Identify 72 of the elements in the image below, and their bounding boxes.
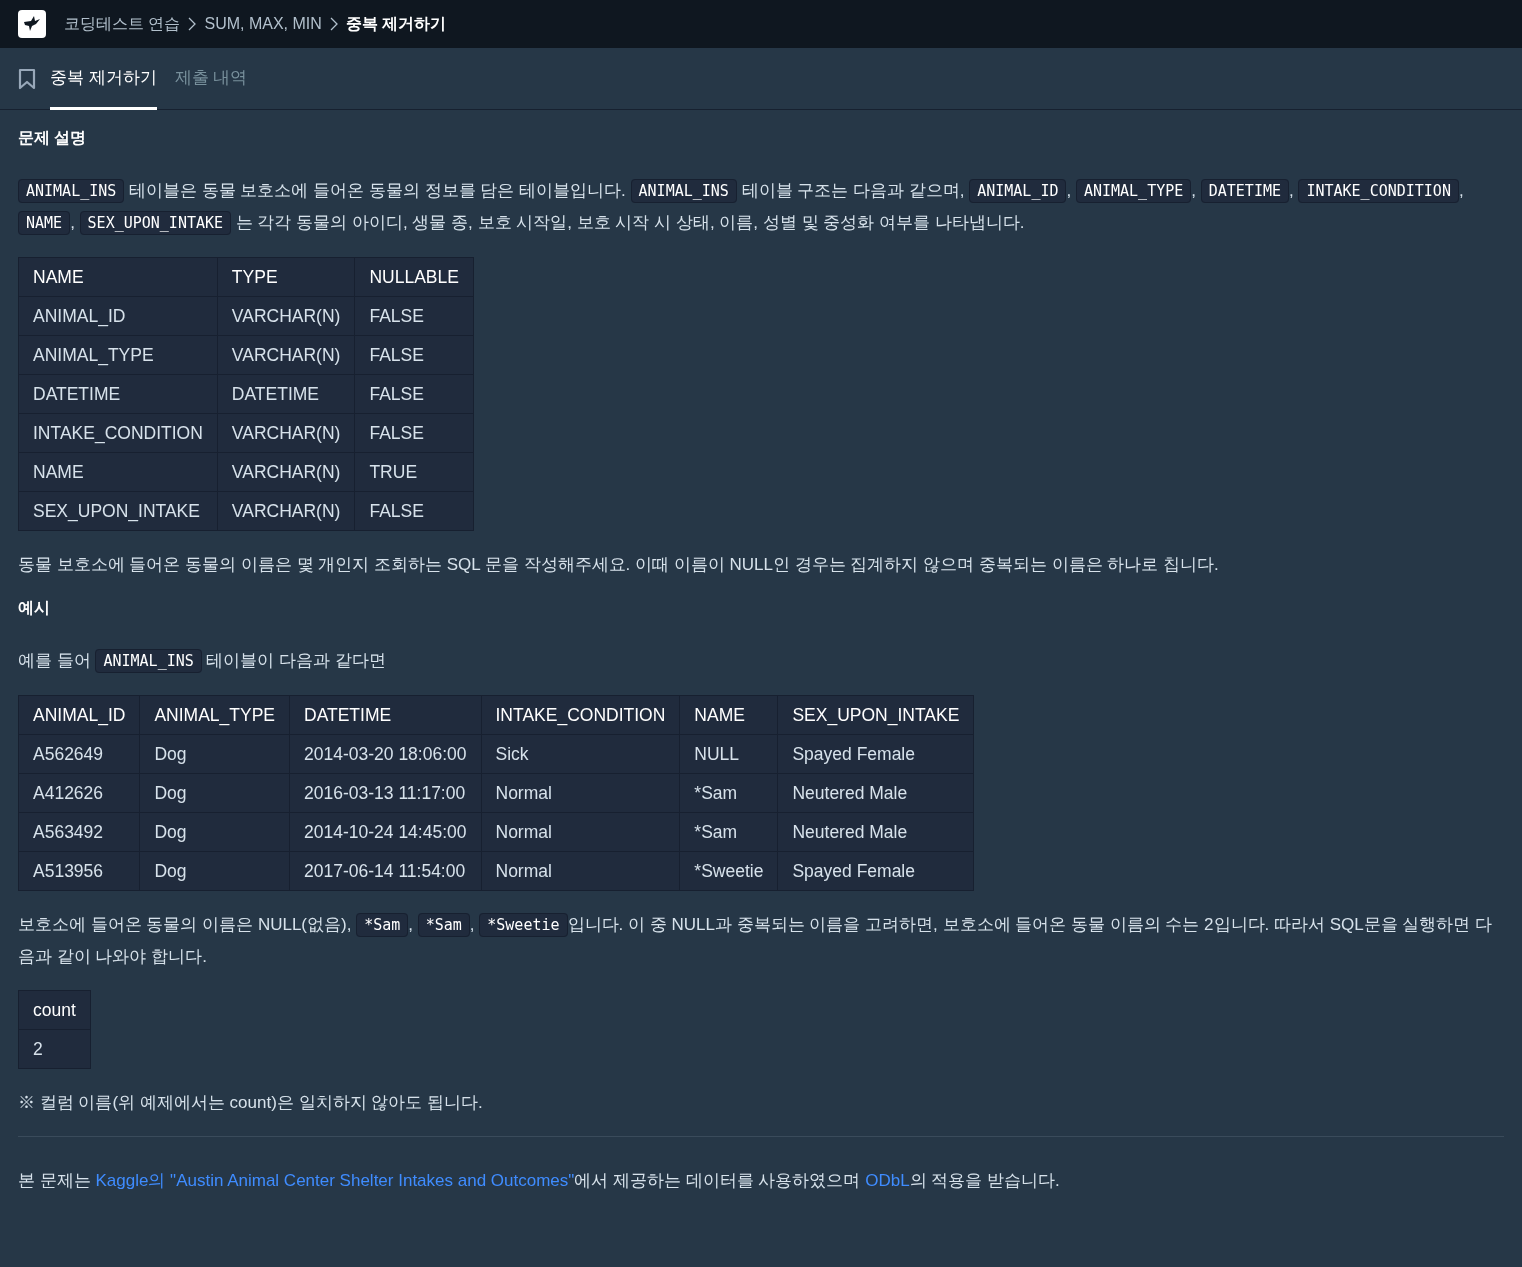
table-cell: Neutered Male bbox=[777, 773, 974, 813]
column-header: INTAKE_CONDITION bbox=[481, 695, 680, 735]
description-text: 동물 보호소에 들어온 동물의 이름은 몇 개인지 조회하는 SQL 문을 작성해주세요. 이때 이름이 NULL인 경우는 집계하지 않으며 중복되는 이름은 하나로 칩니다. bbox=[18, 554, 1220, 576]
section-heading: 예시 bbox=[18, 598, 51, 618]
current-page-title: 중복 제거하기 bbox=[345, 13, 447, 34]
chevron-right-icon bbox=[329, 17, 338, 31]
description-text: 보호소에 들어온 동물의 이름은 NULL(없음), *Sam , *Sam , *Sweetie 입니다. 이 중 NULL과 중복되는 이름을 고려하면, 보호소에 들어온 동물 이름의 수는 2입니다. 따라서 SQL문을 실행하면 다음과 같이 나와야 합니다. bbox=[18, 912, 1494, 968]
table-cell: DATETIME bbox=[217, 374, 355, 414]
table-cell: Dog bbox=[139, 734, 290, 774]
column-header: NAME bbox=[679, 695, 778, 735]
table-cell: Normal bbox=[481, 851, 680, 891]
column-header: SEX_UPON_INTAKE bbox=[777, 695, 974, 735]
table-cell: Dog bbox=[139, 851, 290, 891]
table-cell: VARCHAR(N) bbox=[217, 413, 355, 453]
table-cell: FALSE bbox=[354, 491, 474, 531]
column-header: DATETIME bbox=[289, 695, 481, 735]
table-cell: A513956 bbox=[18, 851, 140, 891]
table-cell: Spayed Female bbox=[777, 734, 974, 774]
table-cell: INTAKE_CONDITION bbox=[18, 413, 218, 453]
column-header: ANIMAL_ID bbox=[18, 695, 140, 735]
table-cell: Dog bbox=[139, 773, 290, 813]
column-header: ANIMAL_TYPE bbox=[139, 695, 290, 735]
table-cell: ANIMAL_TYPE bbox=[18, 335, 218, 375]
table-cell: FALSE bbox=[354, 335, 474, 375]
table-cell: VARCHAR(N) bbox=[217, 452, 355, 492]
link[interactable]: ODbL bbox=[865, 1171, 910, 1190]
description-text: 본 문제는 Kaggle의 "Austin Animal Center Shelter Intakes and Outcomes"에서 제공하는 데이터를 사용하였으며 ODbL의 적용을 받습니다. bbox=[18, 1170, 1061, 1192]
table-cell: Normal bbox=[481, 773, 680, 813]
column-header: NAME bbox=[18, 257, 218, 297]
table-cell: VARCHAR(N) bbox=[217, 296, 355, 336]
table-cell: *Sam bbox=[679, 773, 778, 813]
table-cell: 2017-06-14 11:54:00 bbox=[289, 851, 481, 891]
table-cell: FALSE bbox=[354, 413, 474, 453]
table-cell: Dog bbox=[139, 812, 290, 852]
table-cell: 2016-03-13 11:17:00 bbox=[289, 773, 481, 813]
table-cell: 2014-03-20 18:06:00 bbox=[289, 734, 481, 774]
section-heading: 문제 설명 bbox=[18, 128, 88, 148]
table-cell: Spayed Female bbox=[777, 851, 974, 891]
breadcrumb-link[interactable]: SUM, MAX, MIN bbox=[204, 15, 322, 33]
table-cell: *Sam bbox=[679, 812, 778, 852]
bird-logo-icon[interactable] bbox=[18, 10, 46, 38]
table-cell: SEX_UPON_INTAKE bbox=[18, 491, 218, 531]
table-cell: Neutered Male bbox=[777, 812, 974, 852]
table-cell: A562649 bbox=[18, 734, 140, 774]
column-header: NULLABLE bbox=[354, 257, 474, 297]
link[interactable]: Kaggle의 "Austin Animal Center Shelter Intakes and Outcomes" bbox=[95, 1171, 575, 1190]
tab[interactable]: 중복 제거하기 bbox=[50, 48, 157, 110]
column-header: TYPE bbox=[217, 257, 355, 297]
chevron-right-icon bbox=[188, 17, 197, 31]
table-cell: *Sweetie bbox=[679, 851, 778, 891]
breadcrumb-link[interactable]: 코딩테스트 연습 bbox=[64, 13, 181, 35]
table-cell: VARCHAR(N) bbox=[217, 491, 355, 531]
tab[interactable]: 제출 내역 bbox=[174, 48, 248, 110]
description-text: ※ 컬럼 이름(위 예제에서는 count)은 일치하지 않아도 됩니다. bbox=[18, 1092, 484, 1114]
bookmark-icon[interactable] bbox=[18, 67, 36, 90]
table-cell: FALSE bbox=[354, 296, 474, 336]
table-cell: Normal bbox=[481, 812, 680, 852]
table-cell: 2014-10-24 14:45:00 bbox=[289, 812, 481, 852]
table-cell: NULL bbox=[679, 734, 778, 774]
table-cell: NAME bbox=[18, 452, 218, 492]
column-header: count bbox=[18, 990, 91, 1030]
table-cell: DATETIME bbox=[18, 374, 218, 414]
description-text: 예를 들어 ANIMAL_INS 테이블이 다음과 같다면 bbox=[18, 645, 1504, 677]
table-cell: A563492 bbox=[18, 812, 140, 852]
table-cell: VARCHAR(N) bbox=[217, 335, 355, 375]
table-cell: TRUE bbox=[354, 452, 474, 492]
table-cell: A412626 bbox=[18, 773, 140, 813]
description-text: ANIMAL_INS 테이블은 동물 보호소에 들어온 동물의 정보를 담은 테이블입니다. ANIMAL_INS 테이블 구조는 다음과 같으며, ANIMAL_ID , ANIMAL_TYPE , DATETIME , INTAKE_CONDITION , NAME , SEX_UPON_INTAKE 는 각각 동물의 아이디, 생물 종, 보호 시작일, 보호 시작 시 상태, 이름, 성별 및 중성화 여부를 나타냅니다. bbox=[18, 175, 1504, 239]
table-cell: Sick bbox=[481, 734, 680, 774]
table-cell: 2 bbox=[18, 1029, 91, 1069]
table-cell: ANIMAL_ID bbox=[18, 296, 218, 336]
table-cell: FALSE bbox=[354, 374, 474, 414]
